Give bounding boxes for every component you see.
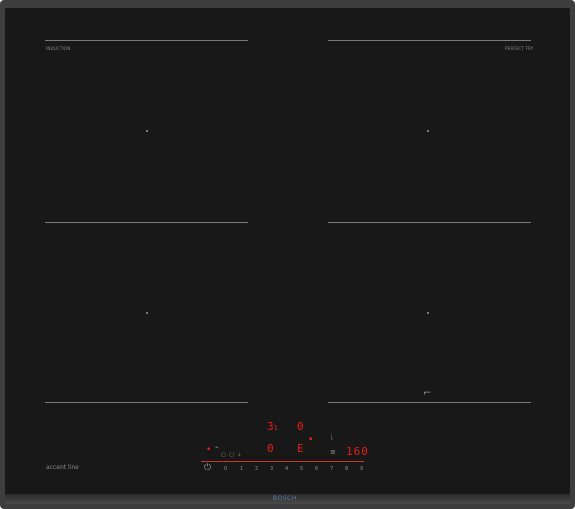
zone-bottom-left-line	[45, 402, 248, 403]
pan-sensor-icon: ⌐	[423, 388, 432, 399]
menu-indicator-icon[interactable]: ≡	[330, 448, 336, 456]
zone-front-left-center	[146, 130, 148, 132]
zone-top-right-label: PERFECT FRY	[505, 46, 534, 51]
power-level-6[interactable]: 6	[315, 466, 318, 472]
zone-top-left-label: INDUCTION	[46, 46, 71, 51]
display-top-left: 31	[267, 420, 278, 433]
power-level-9[interactable]: 9	[360, 466, 363, 472]
zone-select-icon-3[interactable]: ⊥	[237, 452, 241, 458]
power-level-5[interactable]: 5	[300, 466, 303, 472]
temperature-display: 160	[346, 445, 369, 458]
power-level-7[interactable]: 7	[330, 466, 333, 472]
bottom-logo: BOSCH	[273, 495, 297, 502]
zone-divider-right-line	[328, 222, 531, 223]
zone-divider-left-line	[45, 222, 248, 223]
front-frame: BOSCH	[5, 494, 570, 504]
timer-icon[interactable]: ᚳ	[330, 433, 334, 441]
power-level-1[interactable]: 1	[240, 466, 243, 472]
display-bottom-mid-value: E	[297, 442, 304, 455]
power-level-0[interactable]: 0	[224, 466, 227, 472]
power-level-4[interactable]: 4	[285, 466, 288, 472]
display-bottom-left-value: 0	[267, 442, 274, 455]
zone-front-right-center	[427, 130, 429, 132]
zone-rear-right-center	[427, 312, 429, 314]
zone-select-icon-2[interactable]: ▢	[229, 452, 234, 458]
display-top-left-sub: 1	[273, 424, 278, 432]
zone-select-icon-1[interactable]: ▢	[221, 452, 226, 458]
zone-top-right-line	[328, 40, 531, 41]
display-top-left-value: 3	[267, 420, 274, 433]
cooking-sensor-icon[interactable]: ⌁	[215, 444, 219, 451]
zone-bottom-right-line	[328, 402, 531, 403]
active-indicator-icon: ▪	[207, 446, 211, 452]
power-level-2[interactable]: 2	[255, 466, 258, 472]
zone-active-indicator-icon: ▪	[309, 436, 313, 442]
power-level-8[interactable]: 8	[345, 466, 348, 472]
zone-rear-left-center	[146, 312, 148, 314]
power-level-3[interactable]: 3	[270, 466, 273, 472]
display-top-right-value: 0	[297, 420, 304, 433]
brand-label: accent line	[46, 464, 79, 471]
power-slider-track[interactable]	[201, 461, 364, 462]
glass-surface: INDUCTION PERFECT FRY ⌐ accent line 31 0…	[5, 8, 570, 498]
power-button-icon[interactable]: ⏻	[204, 463, 211, 473]
zone-top-left-line	[45, 40, 248, 41]
induction-cooktop: INDUCTION PERFECT FRY ⌐ accent line 31 0…	[0, 0, 575, 509]
